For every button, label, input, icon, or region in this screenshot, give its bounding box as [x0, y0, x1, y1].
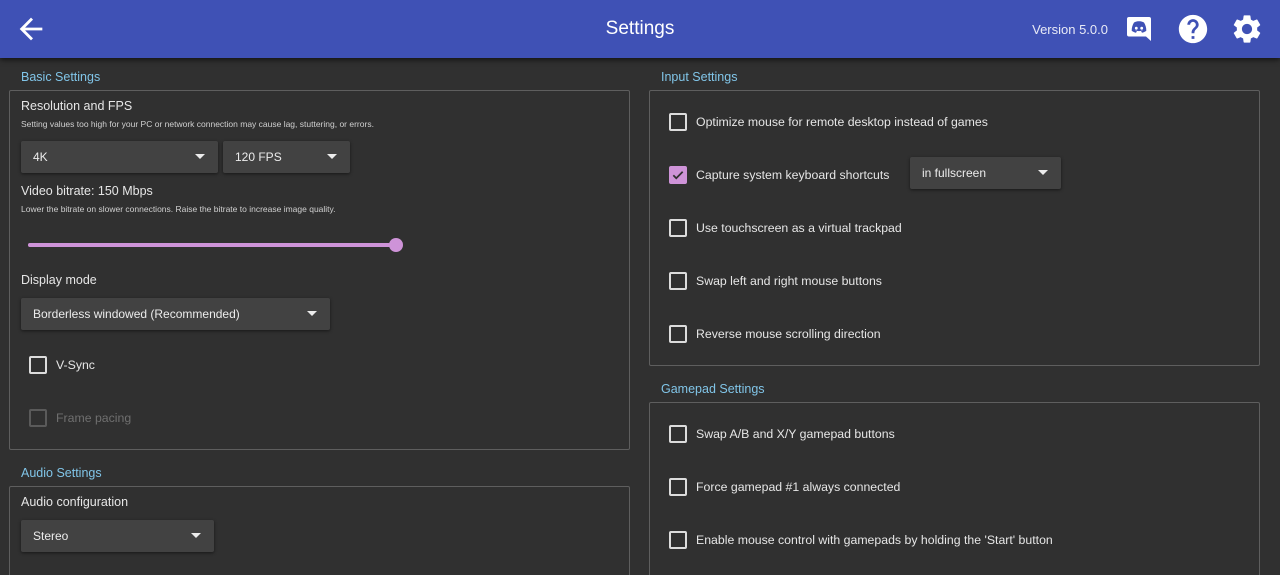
- checkbox-box: [669, 113, 687, 131]
- fps-select[interactable]: 120 FPS: [223, 141, 350, 173]
- chevron-down-icon: [195, 154, 205, 159]
- bitrate-hint: Lower the bitrate on slower connections.…: [21, 204, 336, 214]
- capture-shortcuts-checkbox[interactable]: Capture system keyboard shortcuts: [669, 164, 909, 186]
- swap-mouse-buttons-checkbox[interactable]: Swap left and right mouse buttons: [669, 270, 1069, 292]
- bitrate-label: Video bitrate: 150 Mbps: [21, 184, 153, 198]
- help-icon: [1178, 14, 1208, 44]
- back-button[interactable]: [14, 12, 48, 46]
- resolution-fps-label: Resolution and FPS: [21, 99, 133, 113]
- settings-button[interactable]: [1230, 12, 1264, 46]
- input-settings-card: Optimize mouse for remote desktop instea…: [649, 90, 1260, 366]
- chevron-down-icon: [327, 154, 337, 159]
- audio-settings-title: Audio Settings: [21, 466, 102, 480]
- vsync-label: V-Sync: [56, 358, 95, 372]
- checkbox-box: [29, 409, 47, 427]
- display-mode-select-value: Borderless windowed (Recommended): [33, 307, 240, 321]
- resolution-fps-hint: Setting values too high for your PC or n…: [21, 119, 374, 129]
- checkmark-icon: [672, 171, 684, 180]
- capture-shortcuts-label: Capture system keyboard shortcuts: [696, 168, 890, 182]
- vsync-checkbox[interactable]: V-Sync: [29, 354, 229, 376]
- audio-settings-card: Audio configuration Stereo: [9, 486, 630, 575]
- gamepad-mouse-control-label: Enable mouse control with gamepads by ho…: [696, 533, 1053, 547]
- audio-config-label: Audio configuration: [21, 495, 129, 509]
- arrow-back-icon: [19, 17, 43, 41]
- gamepad-settings-title: Gamepad Settings: [661, 382, 765, 396]
- frame-pacing-checkbox[interactable]: Frame pacing: [29, 407, 229, 429]
- reverse-scroll-label: Reverse mouse scrolling direction: [696, 327, 881, 341]
- fps-select-value: 120 FPS: [235, 150, 282, 164]
- checkbox-box: [669, 531, 687, 549]
- app-toolbar: Settings Version 5.0.0: [0, 0, 1280, 58]
- force-gamepad-label: Force gamepad #1 always connected: [696, 480, 901, 494]
- basic-settings-title: Basic Settings: [21, 70, 101, 84]
- touchscreen-trackpad-label: Use touchscreen as a virtual trackpad: [696, 221, 902, 235]
- discord-button[interactable]: [1122, 12, 1156, 46]
- swap-ab-xy-checkbox[interactable]: Swap A/B and X/Y gamepad buttons: [669, 423, 1069, 445]
- bitrate-slider[interactable]: [28, 237, 403, 253]
- checkbox-box: [669, 166, 687, 184]
- display-mode-label: Display mode: [21, 273, 97, 287]
- chevron-down-icon: [1038, 170, 1048, 175]
- gamepad-mouse-control-checkbox[interactable]: Enable mouse control with gamepads by ho…: [669, 529, 1119, 551]
- capture-mode-select[interactable]: in fullscreen: [910, 157, 1061, 189]
- slider-thumb[interactable]: [389, 238, 403, 252]
- checkbox-box: [669, 219, 687, 237]
- audio-config-select[interactable]: Stereo: [21, 520, 214, 552]
- resolution-select-value: 4K: [33, 150, 48, 164]
- capture-mode-select-value: in fullscreen: [922, 166, 987, 180]
- audio-config-select-value: Stereo: [33, 529, 69, 543]
- chevron-down-icon: [307, 311, 317, 316]
- gamepad-settings-card: Swap A/B and X/Y gamepad buttons Force g…: [649, 402, 1260, 575]
- touchscreen-trackpad-checkbox[interactable]: Use touchscreen as a virtual trackpad: [669, 217, 1069, 239]
- discord-icon: [1127, 17, 1151, 41]
- chevron-down-icon: [191, 533, 201, 538]
- slider-fill: [28, 243, 396, 247]
- checkbox-box: [669, 325, 687, 343]
- help-button[interactable]: [1176, 12, 1210, 46]
- optimize-mouse-label: Optimize mouse for remote desktop instea…: [696, 115, 988, 129]
- version-label: Version 5.0.0: [1032, 22, 1108, 37]
- optimize-mouse-checkbox[interactable]: Optimize mouse for remote desktop instea…: [669, 111, 1069, 133]
- force-gamepad-checkbox[interactable]: Force gamepad #1 always connected: [669, 476, 1069, 498]
- input-settings-title: Input Settings: [661, 70, 738, 84]
- frame-pacing-label: Frame pacing: [56, 411, 132, 425]
- display-mode-select[interactable]: Borderless windowed (Recommended): [21, 298, 330, 330]
- resolution-select[interactable]: 4K: [21, 141, 218, 173]
- checkbox-box: [29, 356, 47, 374]
- basic-settings-card: Resolution and FPS Setting values too hi…: [9, 90, 630, 450]
- gear-icon: [1233, 15, 1261, 43]
- checkbox-box: [669, 478, 687, 496]
- reverse-scroll-checkbox[interactable]: Reverse mouse scrolling direction: [669, 323, 1069, 345]
- checkbox-box: [669, 272, 687, 290]
- checkbox-box: [669, 425, 687, 443]
- swap-mouse-buttons-label: Swap left and right mouse buttons: [696, 274, 882, 288]
- swap-ab-xy-label: Swap A/B and X/Y gamepad buttons: [696, 427, 895, 441]
